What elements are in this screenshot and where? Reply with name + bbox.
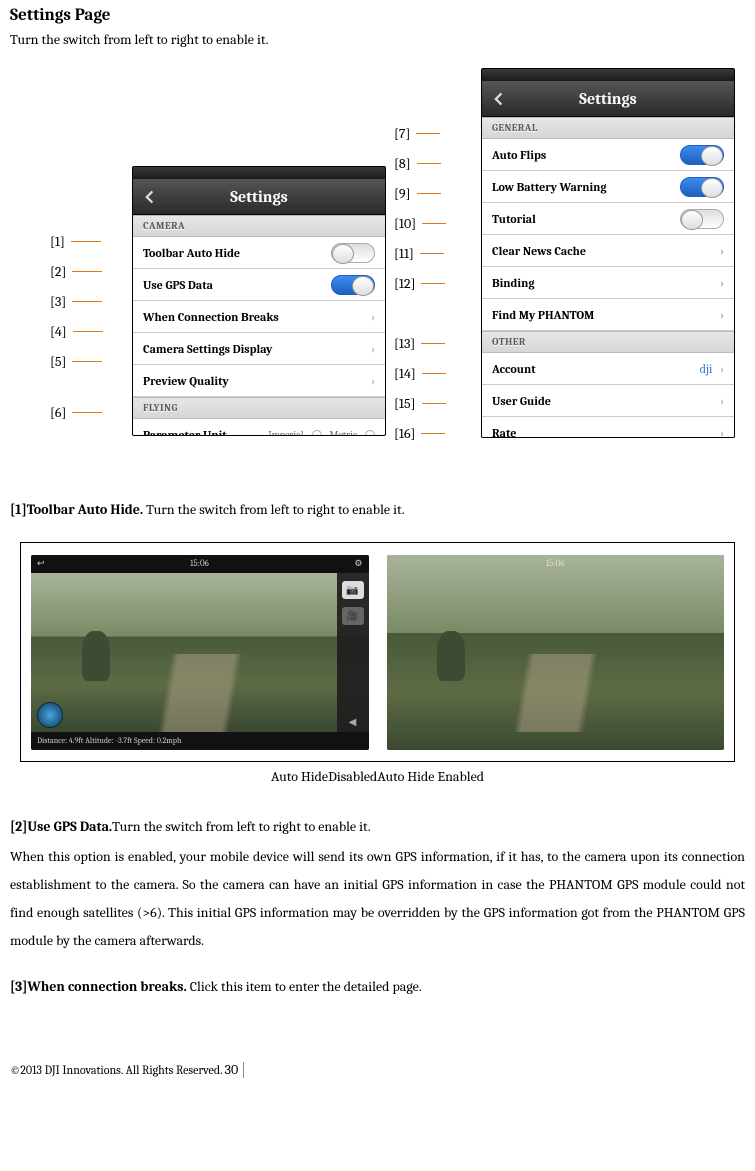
row-label: Parameter Unit	[143, 428, 227, 437]
row-label: User Guide	[492, 394, 551, 408]
toggle-switch[interactable]	[680, 145, 724, 165]
section-general: GENERAL	[482, 117, 734, 139]
settings-title: Settings	[579, 90, 636, 108]
chevron-right-icon: ›	[371, 374, 375, 388]
gear-icon[interactable]: ⚙	[354, 559, 362, 569]
toggle-switch[interactable]	[680, 209, 724, 229]
callout-11: [11]	[394, 245, 444, 262]
settings-row[interactable]: Rate ›	[482, 417, 734, 438]
chevron-right-icon: ›	[720, 276, 724, 290]
chevron-right-icon: ›	[720, 244, 724, 258]
compass-icon	[37, 702, 63, 728]
settings-row[interactable]: Tutorial	[482, 203, 734, 235]
settings-row[interactable]: Account dji ›	[482, 353, 734, 385]
callout-3: [3]	[50, 293, 102, 310]
row-label: Camera Settings Display	[143, 342, 272, 356]
desc-1: [1]Toolbar Auto Hide. Turn the switch fr…	[10, 496, 745, 524]
settings-row[interactable]: Use GPS Data	[133, 269, 385, 301]
settings-screenshot-left: Settings CAMERA Toolbar Auto Hide Use GPS…	[132, 166, 386, 436]
collapse-icon[interactable]: ◀	[349, 716, 357, 728]
settings-screenshot-right: Settings GENERAL Auto Flips Low Battery W…	[481, 68, 735, 438]
settings-row[interactable]: Auto Flips	[482, 139, 734, 171]
toggle-switch[interactable]	[331, 243, 375, 263]
row-label: Account	[492, 362, 536, 376]
section-camera: CAMERA	[133, 215, 385, 237]
page-title: Settings Page	[10, 6, 745, 25]
row-label: Low Battery Warning	[492, 180, 607, 194]
callout-12: [12]	[394, 275, 445, 292]
row-label: Clear News Cache	[492, 244, 586, 258]
callout-2: [2]	[50, 263, 102, 280]
callout-15: [15]	[394, 395, 446, 412]
segmented-control[interactable]: ImperialMetric	[268, 429, 375, 437]
callout-13: [13]	[394, 335, 445, 352]
preview-auto-hide-disabled: ↩15:06⚙ 📷 🎥 ◀ Distance: 4.9ft Altitude: …	[31, 555, 369, 750]
row-label: Use GPS Data	[143, 278, 213, 292]
desc-2-body: When this option is enabled, your mobile…	[10, 843, 745, 955]
desc-2-lead: [2]Use GPS Data.Turn the switch from lef…	[10, 813, 745, 841]
callout-6: [6]	[50, 404, 102, 421]
telemetry-text: Distance: 4.9ft Altitude: -3.7ft Speed: …	[37, 736, 181, 745]
callout-8: [8]	[394, 155, 441, 172]
callout-14: [14]	[394, 365, 446, 382]
camera-side-toolbar: 📷 🎥 ◀	[337, 573, 369, 732]
chevron-right-icon: ›	[720, 426, 724, 439]
row-label: When Connection Breaks	[143, 310, 279, 324]
row-label: Preview Quality	[143, 374, 229, 388]
page-footer: ©2013 DJI Innovations. All Rights Reserv…	[10, 1061, 745, 1078]
video-mode-icon[interactable]: 🎥	[342, 607, 364, 625]
callout-1: [1]	[50, 233, 101, 250]
settings-row[interactable]: Low Battery Warning	[482, 171, 734, 203]
chevron-right-icon: ›	[720, 394, 724, 408]
time-overlay: 15:06	[546, 559, 565, 569]
back-icon[interactable]	[141, 187, 161, 207]
figure-area: [1] [2] [3] [4] [5] [6] [7] [8] [9] [10] [11] [12]…	[10, 66, 745, 466]
settings-row[interactable]: Toolbar Auto Hide	[133, 237, 385, 269]
settings-title: Settings	[230, 188, 287, 206]
back-arrow-icon[interactable]: ↩	[37, 559, 45, 569]
row-label: Find My PHANTOM	[492, 308, 594, 322]
settings-row[interactable]: Camera Settings Display ›	[133, 333, 385, 365]
row-value: dji	[700, 362, 713, 376]
intro-text: Turn the switch from left to right to en…	[10, 31, 745, 48]
section-flying: FLYING	[133, 397, 385, 419]
callout-4: [4]	[50, 323, 103, 340]
settings-row[interactable]: User Guide ›	[482, 385, 734, 417]
section-other: OTHER	[482, 331, 734, 353]
comparison-caption: Auto HideDisabledAuto Hide Enabled	[10, 768, 745, 785]
callout-7: [7]	[394, 125, 440, 142]
desc-3: [3]When connection breaks. Click this it…	[10, 973, 745, 1001]
toggle-switch[interactable]	[331, 275, 375, 295]
callout-10: [10]	[394, 215, 446, 232]
callout-9: [9]	[394, 185, 441, 202]
chevron-right-icon: ›	[371, 310, 375, 324]
row-label: Auto Flips	[492, 148, 546, 162]
row-label: Toolbar Auto Hide	[143, 246, 240, 260]
settings-row[interactable]: Find My PHANTOM ›	[482, 299, 734, 331]
toggle-switch[interactable]	[680, 177, 724, 197]
photo-mode-icon[interactable]: 📷	[342, 581, 364, 599]
settings-row[interactable]: When Connection Breaks ›	[133, 301, 385, 333]
chevron-right-icon: ›	[371, 342, 375, 356]
chevron-right-icon: ›	[720, 362, 724, 376]
back-icon[interactable]	[490, 89, 510, 109]
settings-row[interactable]: Clear News Cache ›	[482, 235, 734, 267]
callout-5: [5]	[50, 353, 102, 370]
settings-row[interactable]: Binding ›	[482, 267, 734, 299]
row-label: Binding	[492, 276, 534, 290]
settings-row[interactable]: Preview Quality ›	[133, 365, 385, 397]
callout-16: [16]	[394, 425, 445, 442]
preview-auto-hide-enabled: 15:06	[387, 555, 725, 750]
settings-row[interactable]: Parameter Unit ImperialMetric	[133, 419, 385, 436]
chevron-right-icon: ›	[720, 308, 724, 322]
camera-preview-comparison: ↩ 15:06 ⚙ 📷 🎥 ◀ Distance: 4.9ft Altitude: …	[20, 542, 735, 762]
row-label: Rate	[492, 426, 516, 439]
row-label: Tutorial	[492, 212, 536, 226]
